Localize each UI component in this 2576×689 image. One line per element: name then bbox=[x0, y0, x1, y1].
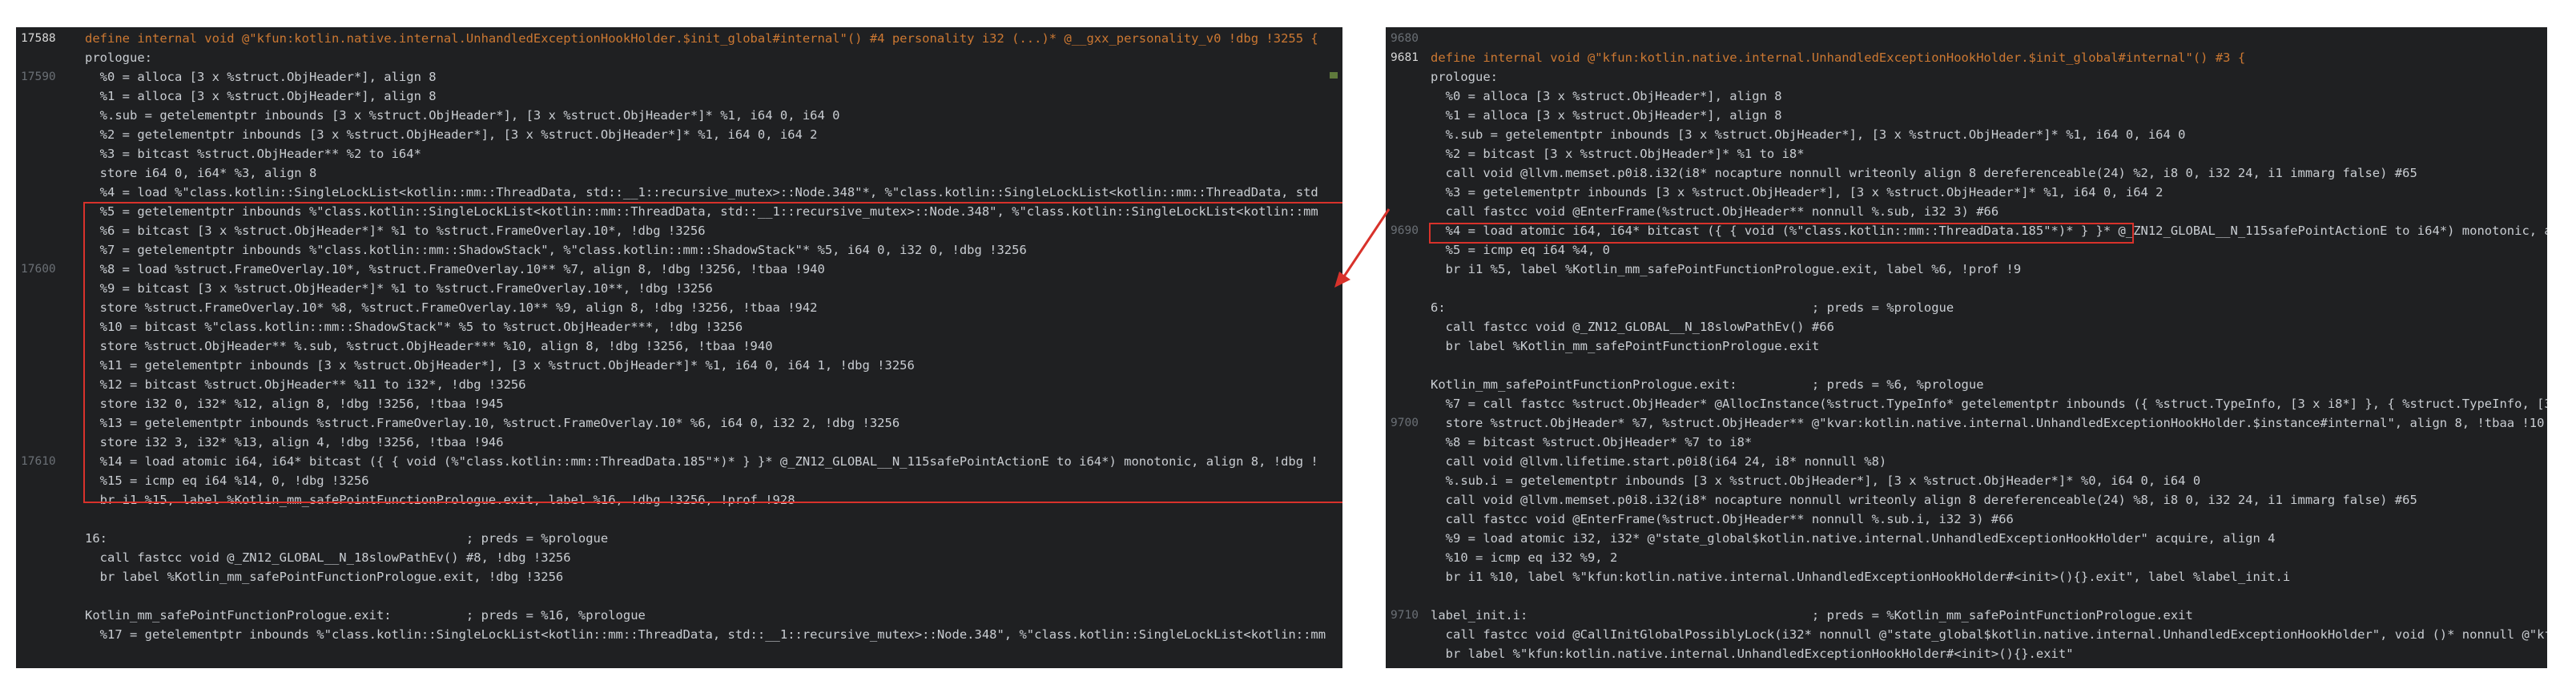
line-number: 17588 bbox=[21, 32, 56, 45]
line-number: 17600 bbox=[21, 263, 56, 276]
code-line[interactable]: br label %Kotlin_mm_safePointFunctionPro… bbox=[1386, 336, 2547, 356]
code-text: %9 = load atomic i32, i32* @"state_globa… bbox=[1431, 531, 2276, 546]
code-line[interactable]: Kotlin_mm_safePointFunctionPrologue.exit… bbox=[16, 606, 1342, 625]
code-line[interactable]: %3 = getelementptr inbounds [3 x %struct… bbox=[1386, 183, 2547, 202]
code-text: 6: ; preds = %prologue bbox=[1431, 300, 1954, 315]
code-text: %4 = load %"class.kotlin::SingleLockList… bbox=[85, 185, 1318, 199]
code-text: %3 = getelementptr inbounds [3 x %struct… bbox=[1431, 185, 2163, 199]
code-line[interactable]: %.sub = getelementptr inbounds [3 x %str… bbox=[16, 106, 1342, 125]
code-text: %.sub = getelementptr inbounds [3 x %str… bbox=[1431, 127, 2186, 142]
code-line[interactable]: %.sub = getelementptr inbounds [3 x %str… bbox=[1386, 125, 2547, 144]
code-text: call fastcc void @_ZN12_GLOBAL__N_18slow… bbox=[1431, 320, 1834, 334]
code-text: call void @llvm.lifetime.start.p0i8(i64 … bbox=[1431, 454, 1887, 469]
code-text: %17 = getelementptr inbounds %"class.kot… bbox=[85, 627, 1326, 642]
code-text: call fastcc void @EnterFrame(%struct.Obj… bbox=[1431, 204, 1999, 219]
code-text: define internal void @"kfun:kotlin.nativ… bbox=[85, 31, 1318, 46]
code-line[interactable]: %0 = alloca [3 x %struct.ObjHeader*], al… bbox=[1386, 87, 2547, 106]
code-text: %2 = getelementptr inbounds [3 x %struct… bbox=[85, 127, 818, 142]
code-text: %8 = bitcast %struct.ObjHeader* %7 to i8… bbox=[1431, 435, 1753, 449]
code-line[interactable]: call fastcc void @EnterFrame(%struct.Obj… bbox=[1386, 510, 2547, 529]
code-line[interactable]: call fastcc void @_ZN12_GLOBAL__N_18slow… bbox=[1386, 317, 2547, 336]
code-line[interactable] bbox=[16, 586, 1342, 606]
code-text: %.sub.i = getelementptr inbounds [3 x %s… bbox=[1431, 473, 2201, 488]
code-text: call fastcc void @_ZN12_GLOBAL__N_18slow… bbox=[85, 550, 571, 565]
line-number: 17590 bbox=[21, 71, 56, 83]
code-line[interactable]: %1 = alloca [3 x %struct.ObjHeader*], al… bbox=[1386, 106, 2547, 125]
code-line[interactable]: 17590 %0 = alloca [3 x %struct.ObjHeader… bbox=[16, 67, 1342, 87]
code-line[interactable]: br i1 %5, label %Kotlin_mm_safePointFunc… bbox=[1386, 260, 2547, 279]
line-number: 17610 bbox=[21, 455, 56, 468]
arrow-icon bbox=[1334, 208, 1391, 288]
code-line[interactable]: 9681 define internal void @"kfun:kotlin.n… bbox=[1386, 48, 2547, 67]
code-line[interactable] bbox=[1386, 356, 2547, 375]
code-line[interactable]: %10 = icmp eq i32 %9, 2 bbox=[1386, 548, 2547, 567]
code-line[interactable]: call void @llvm.memset.p0i8.i32(i8* noca… bbox=[1386, 163, 2547, 183]
code-text: call fastcc void @EnterFrame(%struct.Obj… bbox=[1431, 512, 2014, 526]
code-text: %10 = icmp eq i32 %9, 2 bbox=[1431, 550, 1618, 565]
code-text: prologue: bbox=[85, 50, 152, 65]
code-text: %7 = call fastcc %struct.ObjHeader* @All… bbox=[1431, 397, 2547, 411]
code-text: %1 = alloca [3 x %struct.ObjHeader*], al… bbox=[85, 89, 437, 103]
code-line[interactable]: prologue: bbox=[1386, 67, 2547, 87]
code-line[interactable]: call fastcc void @_ZN12_GLOBAL__N_18slow… bbox=[16, 548, 1342, 567]
code-line[interactable]: %9 = load atomic i32, i32* @"state_globa… bbox=[1386, 529, 2547, 548]
code-line[interactable]: br label %"kfun:kotlin.native.internal.U… bbox=[1386, 644, 2547, 663]
line-number: 9680 bbox=[1391, 32, 1419, 45]
code-text: br i1 %10, label %"kfun:kotlin.native.in… bbox=[1431, 570, 2291, 584]
code-line[interactable]: br label %Kotlin_mm_safePointFunctionPro… bbox=[16, 567, 1342, 586]
code-line[interactable]: 9700 store %struct.ObjHeader* %7, %struc… bbox=[1386, 413, 2547, 433]
code-text: call void @llvm.memset.p0i8.i32(i8* noca… bbox=[1431, 166, 2417, 180]
code-text: %0 = alloca [3 x %struct.ObjHeader*], al… bbox=[85, 70, 437, 84]
left-code-editor[interactable]: 17588 define internal void @"kfun:kotlin.… bbox=[16, 27, 1342, 668]
code-text: label_init.i: ; preds = %Kotlin_mm_safeP… bbox=[1431, 608, 2193, 623]
code-line[interactable]: call void @llvm.memset.p0i8.i32(i8* noca… bbox=[1386, 490, 2547, 510]
code-line[interactable]: prologue: bbox=[16, 48, 1342, 67]
code-line[interactable]: Kotlin_mm_safePointFunctionPrologue.exit… bbox=[1386, 375, 2547, 394]
code-text: call fastcc void @CallInitGlobalPossibly… bbox=[1431, 627, 2547, 642]
code-line[interactable]: call void @llvm.lifetime.start.p0i8(i64 … bbox=[1386, 452, 2547, 471]
code-text: store %struct.ObjHeader* %7, %struct.Obj… bbox=[1431, 416, 2545, 430]
code-text: prologue: bbox=[1431, 70, 1498, 84]
scroll-marker[interactable] bbox=[1330, 72, 1338, 79]
code-text: br label %"kfun:kotlin.native.internal.U… bbox=[1431, 647, 2074, 661]
code-line[interactable]: %3 = bitcast %struct.ObjHeader** %2 to i… bbox=[16, 144, 1342, 163]
code-line[interactable]: 17588 define internal void @"kfun:kotlin.… bbox=[16, 29, 1342, 48]
code-line[interactable]: %7 = call fastcc %struct.ObjHeader* @All… bbox=[1386, 394, 2547, 413]
code-line[interactable]: %1 = alloca [3 x %struct.ObjHeader*], al… bbox=[16, 87, 1342, 106]
highlight-box-right bbox=[1429, 223, 2134, 244]
highlight-box-left bbox=[83, 202, 1342, 503]
code-text: define internal void @"kfun:kotlin.nativ… bbox=[1431, 50, 2246, 65]
code-text: br label %Kotlin_mm_safePointFunctionPro… bbox=[1431, 339, 1820, 353]
code-line[interactable]: call fastcc void @EnterFrame(%struct.Obj… bbox=[1386, 202, 2547, 221]
code-text: %.sub = getelementptr inbounds [3 x %str… bbox=[85, 108, 840, 123]
code-line[interactable] bbox=[1386, 586, 2547, 606]
right-code-editor[interactable]: }96809681define internal void @"kfun:kot… bbox=[1386, 27, 2547, 668]
code-line[interactable] bbox=[16, 510, 1342, 529]
code-line[interactable]: %17 = getelementptr inbounds %"class.kot… bbox=[16, 625, 1342, 644]
code-line[interactable] bbox=[1386, 279, 2547, 298]
code-text: %3 = bitcast %struct.ObjHeader** %2 to i… bbox=[85, 147, 421, 161]
code-text: Kotlin_mm_safePointFunctionPrologue.exit… bbox=[85, 608, 646, 623]
code-text: %0 = alloca [3 x %struct.ObjHeader*], al… bbox=[1431, 89, 1782, 103]
code-line[interactable]: 9710 label_init.i: ; preds = %Kotlin_mm_s… bbox=[1386, 606, 2547, 625]
code-line[interactable]: 6: ; preds = %prologue bbox=[1386, 298, 2547, 317]
code-text: Kotlin_mm_safePointFunctionPrologue.exit… bbox=[1431, 377, 1984, 392]
code-line[interactable]: 16: ; preds = %prologue bbox=[16, 529, 1342, 548]
code-text: 16: ; preds = %prologue bbox=[85, 531, 609, 546]
code-line[interactable]: 9680 bbox=[1386, 29, 2547, 48]
code-line[interactable]: %2 = getelementptr inbounds [3 x %struct… bbox=[16, 125, 1342, 144]
code-text: store i64 0, i64* %3, align 8 bbox=[85, 166, 317, 180]
code-line[interactable]: store i64 0, i64* %3, align 8 bbox=[16, 163, 1342, 183]
code-text: %2 = bitcast [3 x %struct.ObjHeader*]* %… bbox=[1431, 147, 1805, 161]
code-line[interactable]: br i1 %10, label %"kfun:kotlin.native.in… bbox=[1386, 567, 2547, 586]
code-text: br label %Kotlin_mm_safePointFunctionPro… bbox=[85, 570, 564, 584]
code-text: %1 = alloca [3 x %struct.ObjHeader*], al… bbox=[1431, 108, 1782, 123]
code-text: call void @llvm.memset.p0i8.i32(i8* noca… bbox=[1431, 493, 2417, 507]
code-line[interactable]: %2 = bitcast [3 x %struct.ObjHeader*]* %… bbox=[1386, 144, 2547, 163]
code-text: br i1 %5, label %Kotlin_mm_safePointFunc… bbox=[1431, 262, 2022, 276]
code-line[interactable]: %.sub.i = getelementptr inbounds [3 x %s… bbox=[1386, 471, 2547, 490]
code-line[interactable]: %8 = bitcast %struct.ObjHeader* %7 to i8… bbox=[1386, 433, 2547, 452]
code-line[interactable]: %4 = load %"class.kotlin::SingleLockList… bbox=[16, 183, 1342, 202]
code-line[interactable]: call fastcc void @CallInitGlobalPossibly… bbox=[1386, 625, 2547, 644]
